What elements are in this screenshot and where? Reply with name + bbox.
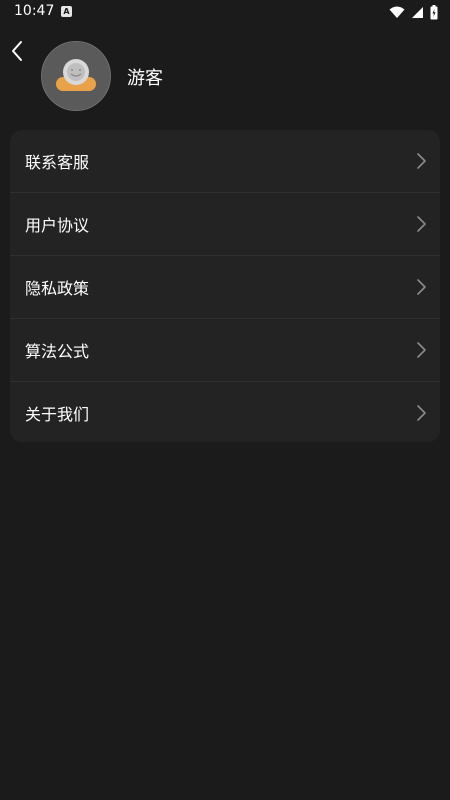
avatar[interactable] <box>41 41 111 111</box>
chevron-left-icon <box>12 41 22 61</box>
menu-item-label: 联系客服 <box>25 153 90 172</box>
profile-header: 游客 <box>0 24 450 124</box>
default-avatar-icon <box>42 42 110 110</box>
menu-item-label: 用户协议 <box>25 216 90 235</box>
menu-item-label: 算法公式 <box>25 342 90 361</box>
menu-item-algorithm-formula[interactable]: 算法公式 <box>10 318 440 381</box>
status-icons <box>389 4 438 20</box>
menu-item-privacy-policy[interactable]: 隐私政策 <box>10 255 440 318</box>
chevron-right-icon <box>417 153 426 169</box>
battery-icon <box>430 4 438 19</box>
menu-item-contact-support[interactable]: 联系客服 <box>10 130 440 192</box>
chevron-right-icon <box>417 342 426 358</box>
a-badge-icon: A <box>61 6 72 17</box>
settings-menu: 联系客服 用户协议 隐私政策 算法公式 关于我们 <box>10 130 440 442</box>
menu-item-label: 关于我们 <box>25 405 90 424</box>
status-time: 10:47 <box>14 3 55 19</box>
wifi-icon <box>389 6 405 18</box>
menu-item-label: 隐私政策 <box>25 279 90 298</box>
signal-icon <box>412 6 423 18</box>
menu-item-about-us[interactable]: 关于我们 <box>10 381 440 444</box>
back-button[interactable] <box>4 36 30 66</box>
chevron-right-icon <box>417 405 426 421</box>
menu-item-user-agreement[interactable]: 用户协议 <box>10 192 440 255</box>
chevron-right-icon <box>417 279 426 295</box>
status-bar: 10:47 A <box>0 0 450 24</box>
chevron-right-icon <box>417 216 426 232</box>
username: 游客 <box>127 68 163 89</box>
